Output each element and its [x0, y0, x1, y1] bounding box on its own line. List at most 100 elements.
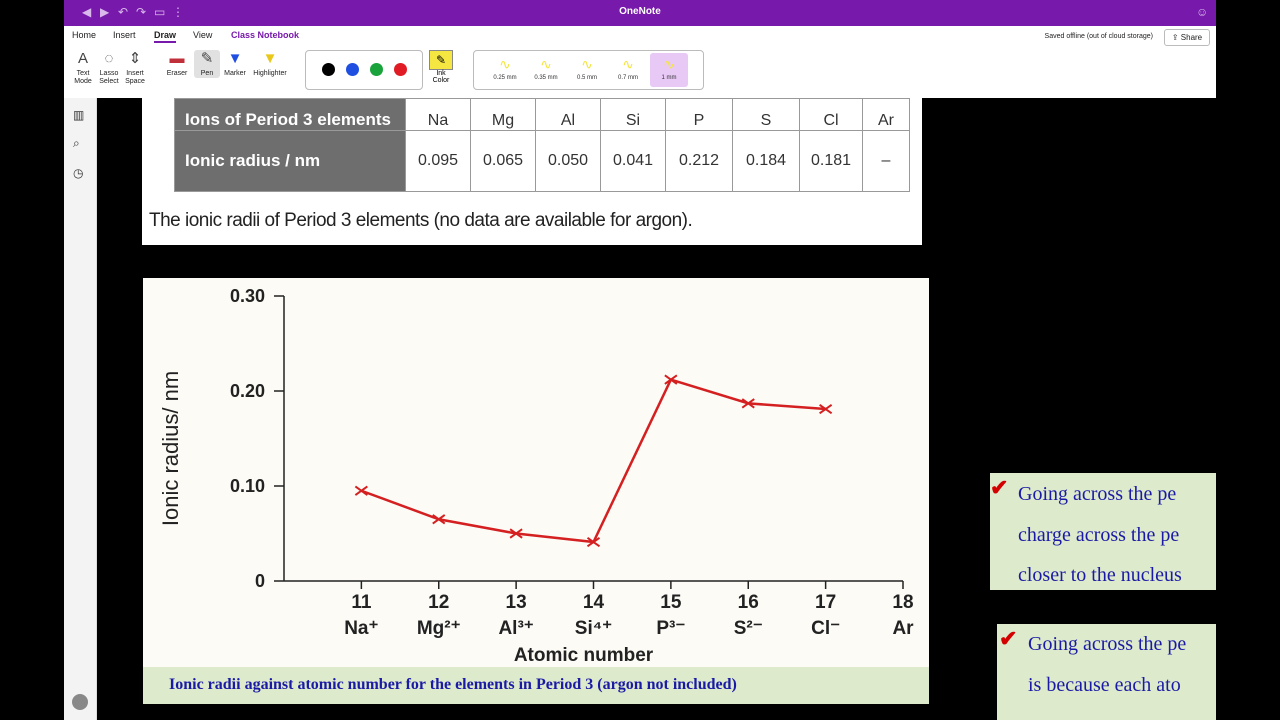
x-tick-label: 12: [428, 592, 449, 613]
eraser-button[interactable]: ▬ Eraser: [162, 50, 192, 78]
table-cell: 0.184: [732, 130, 800, 192]
x-tick-label: 11: [351, 592, 372, 613]
note-box-2[interactable]: ✔ Going across the pe is because each at…: [997, 624, 1216, 720]
x-tick-label: 15: [660, 592, 682, 613]
onenote-app: ◀ ▶ ↶ ↷ ▭ ⋮ OneNote ☺ Home Insert Draw V…: [64, 0, 1216, 720]
table-cell: 0.050: [535, 130, 601, 192]
table-cell: 0.095: [405, 130, 471, 192]
ink-color-button[interactable]: ✎ Ink Color: [425, 50, 457, 88]
insert-space-button[interactable]: ⇕ Insert Space: [122, 50, 148, 86]
table-cell: Mg: [470, 98, 536, 131]
series-line: [360, 378, 826, 544]
table-cell: P: [665, 98, 733, 131]
x-ion-label: Na⁺: [344, 618, 378, 639]
table-cell: 0.065: [470, 130, 536, 192]
x-ion-label: Al³⁺: [498, 618, 533, 639]
avatar[interactable]: [72, 694, 88, 710]
table-cell: 0.212: [665, 130, 733, 192]
ink-color-icon: ✎: [429, 50, 453, 70]
thickness-group: ∿ 0.25 mm ∿ 0.35 mm ∿ 0.5 mm ∿ 0.7 mm ∿ 1 mm: [473, 50, 704, 90]
table-cell: S: [732, 98, 800, 131]
thickness-1[interactable]: ∿ 1 mm: [650, 53, 688, 87]
tab-insert[interactable]: Insert: [113, 30, 136, 40]
y-axis-label: Ionic radius/ nm: [158, 371, 183, 526]
x-tick-label: 18: [892, 592, 913, 613]
thickness-0-35[interactable]: ∿ 0.35 mm: [527, 53, 565, 87]
pen-color-blue[interactable]: [346, 63, 359, 76]
thickness-0-25[interactable]: ∿ 0.25 mm: [486, 53, 524, 87]
text-mode-button[interactable]: A Text Mode: [70, 50, 96, 86]
note-line: closer to the nucleus: [1018, 564, 1182, 586]
table-cell: –: [862, 130, 910, 192]
highlighter-button[interactable]: ▼ Highlighter: [250, 50, 290, 78]
pen-button[interactable]: ✎ Pen: [194, 50, 220, 78]
x-ion-label: Ar: [892, 618, 914, 639]
text-mode-icon: A: [77, 50, 88, 67]
note-line: Going across the pe: [1018, 483, 1177, 505]
stroke-icon: ∿: [663, 56, 675, 72]
pen-icon: ✎: [200, 50, 214, 67]
x-tick-label: 16: [738, 592, 759, 613]
x-tick-label: 14: [583, 592, 605, 613]
lasso-icon: ◌: [104, 50, 114, 67]
x-ion-label: Mg²⁺: [417, 618, 461, 639]
checkmark-icon: ✔: [990, 475, 1009, 500]
stroke-icon: ∿: [622, 56, 634, 72]
save-status: Saved offline (out of cloud storage): [1044, 33, 1153, 40]
marker-icon: ▼: [227, 50, 243, 67]
y-tick-label: 0.20: [230, 381, 265, 401]
lasso-select-button[interactable]: ◌ Lasso Select: [96, 50, 122, 86]
note-line: is because each ato: [1028, 674, 1181, 696]
note-line: Going across the pe: [1028, 633, 1187, 655]
ionic-radius-chart: 0.30 0.20 0.10 0 11 Na⁺ 12 Mg²⁺ 13 Al³⁺ 14 Si⁴⁺ 15 P³…: [158, 286, 914, 666]
tab-home[interactable]: Home: [72, 30, 96, 40]
table-cell: Na: [405, 98, 471, 131]
table-cell: Cl: [799, 98, 863, 131]
x-axis-label: Atomic number: [514, 645, 654, 666]
pen-color-red[interactable]: [394, 63, 407, 76]
table-cell: Al: [535, 98, 601, 131]
stroke-icon: ∿: [499, 56, 511, 72]
insert-space-icon: ⇕: [128, 50, 142, 67]
checkmark-icon: ✔: [999, 626, 1018, 651]
notebooks-icon[interactable]: ▥: [73, 108, 84, 122]
table-cell: 0.181: [799, 130, 863, 192]
ionic-radii-table: Ions of Period 3 elements Na Mg Al Si P …: [174, 98, 910, 192]
tab-draw[interactable]: Draw: [154, 30, 177, 43]
table-header-radius: Ionic radius / nm: [174, 130, 406, 192]
tab-view[interactable]: View: [193, 30, 212, 40]
table-cell: 0.041: [600, 130, 666, 192]
pen-color-black[interactable]: [322, 63, 335, 76]
window-title: OneNote: [619, 6, 661, 17]
x-tick-label: 13: [506, 592, 527, 613]
x-tick-label: 17: [815, 592, 836, 613]
ionic-radius-chart-image: 0.30 0.20 0.10 0 11 Na⁺ 12 Mg²⁺ 13 Al³⁺ 14 Si⁴⁺ 15 P³…: [143, 278, 929, 704]
x-ion-label: Cl⁻: [811, 618, 840, 639]
thickness-0-7[interactable]: ∿ 0.7 mm: [609, 53, 647, 87]
share-button[interactable]: ⇪ Share: [1164, 29, 1210, 46]
ionic-radii-table-image: Ions of Period 3 elements Na Mg Al Si P …: [142, 98, 922, 245]
y-tick-label: 0: [255, 571, 265, 591]
marker-button[interactable]: ▼ Marker: [221, 50, 249, 78]
recent-icon[interactable]: ◷: [73, 166, 83, 180]
pen-color-green[interactable]: [370, 63, 383, 76]
table-cell: Si: [600, 98, 666, 131]
note-box-1[interactable]: ✔ Going across the pe charge across the …: [990, 473, 1216, 590]
stroke-icon: ∿: [581, 56, 593, 72]
thickness-0-5[interactable]: ∿ 0.5 mm: [568, 53, 606, 87]
left-sidebar: ▥ ⌕ ◷: [64, 98, 97, 720]
y-tick-label: 0.10: [230, 476, 265, 496]
page-canvas[interactable]: Ions of Period 3 elements Na Mg Al Si P …: [97, 98, 1216, 720]
chart-caption-box: Ionic radii against atomic number for th…: [143, 667, 929, 704]
x-ion-label: Si⁴⁺: [575, 618, 612, 639]
search-icon[interactable]: ⌕: [73, 136, 80, 151]
note-line: charge across the pe: [1018, 524, 1180, 546]
highlighter-icon: ▼: [262, 50, 278, 67]
tab-class-notebook[interactable]: Class Notebook: [231, 30, 299, 40]
table-header-ions: Ions of Period 3 elements: [174, 98, 406, 131]
title-bar: ◀ ▶ ↶ ↷ ▭ ⋮ OneNote ☺: [64, 0, 1216, 26]
collaborate-icon[interactable]: ☺: [1196, 5, 1208, 19]
ribbon: Home Insert Draw View Class Notebook Sav…: [64, 26, 1216, 99]
y-tick-label: 0.30: [230, 286, 265, 306]
data-point: [354, 485, 368, 496]
